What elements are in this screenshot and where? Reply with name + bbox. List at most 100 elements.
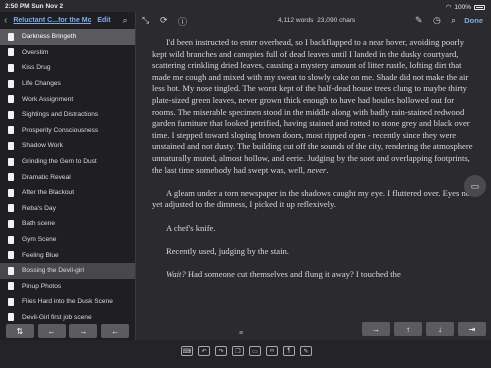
list-item-label: Life Changes: [22, 80, 61, 88]
list-item[interactable]: Shadow Work: [0, 138, 135, 154]
emphasis: Wait?: [166, 268, 186, 279]
comment-icon[interactable]: ▭: [464, 175, 486, 197]
chars-count: 23,090 chars: [317, 17, 356, 24]
document-icon: [8, 95, 14, 104]
paragraph: Recently used, judging by the stain.: [166, 245, 289, 256]
list-item-label: Prosperity Consciousness: [22, 126, 99, 134]
edit-button[interactable]: Edit: [97, 17, 110, 24]
paragraph-text: I'd been instructed to enter overhead, s…: [152, 37, 473, 175]
battery-icon: [474, 4, 485, 10]
link-icon[interactable]: ∞: [266, 346, 278, 356]
copy-icon[interactable]: ❐: [232, 346, 244, 356]
list-item[interactable]: Reba's Day: [0, 201, 135, 217]
format-toolbar: ⌨ ↶ ↷ ❐ ▭ ∞ ¶ ✎: [0, 340, 491, 368]
list-item-label: Overstim: [22, 48, 49, 56]
list-item[interactable]: Gym Scene: [0, 232, 135, 248]
document-icon: [8, 63, 14, 72]
battery-percent: 100%: [454, 3, 471, 11]
list-item-label: Feeling Blue: [22, 251, 59, 259]
keyboard-icon[interactable]: ⌨: [181, 346, 193, 356]
symbol-icon[interactable]: ¶: [283, 346, 295, 356]
status-bar: 2:50 PM Sun Nov 2 ◠ 100%: [0, 0, 491, 12]
document-icon: [8, 204, 14, 213]
document-icon: [8, 79, 14, 88]
paragraph: A chef's knife.: [166, 222, 216, 233]
list-item[interactable]: Feeling Blue: [0, 247, 135, 263]
search-icon[interactable]: ⌕: [451, 15, 456, 26]
text-editor[interactable]: I'd been instructed to enter overhead, s…: [136, 29, 491, 329]
list-item[interactable]: Sightings and Distractions: [0, 107, 135, 123]
list-item[interactable]: Bossing the Devil-girl: [0, 262, 135, 279]
move-button[interactable]: ⇅: [5, 324, 34, 338]
sync-icon[interactable]: ⟳: [160, 15, 168, 26]
list-item-label: Darkness Bringeth: [22, 33, 77, 41]
search-icon[interactable]: ⌕: [123, 15, 128, 26]
drag-handle-icon[interactable]: ≡: [239, 330, 249, 337]
list-item[interactable]: Devil-Girl first job scene: [0, 310, 135, 326]
list-item-label: After the Blackout: [22, 189, 75, 197]
list-item[interactable]: Work Assignment: [0, 91, 135, 107]
pen-icon[interactable]: ✎: [415, 15, 423, 26]
document-icon: [8, 297, 14, 306]
words-count: 4,112 words: [278, 17, 314, 24]
list-item-label: Kiss Drug: [22, 64, 51, 72]
list-item[interactable]: Darkness Bringeth: [0, 29, 135, 45]
list-item[interactable]: Dramatic Reveal: [0, 169, 135, 185]
down-button[interactable]: ↓: [426, 322, 454, 336]
list-item-label: Grinding the Gem to Dust: [22, 158, 97, 166]
undo-icon[interactable]: ↶: [198, 346, 210, 356]
comment-icon[interactable]: ▭: [249, 346, 261, 356]
outdent-button[interactable]: ←: [37, 324, 66, 338]
help-icon[interactable]: ⓘ: [178, 15, 187, 28]
editor-header: ⤡ ⟳ ⓘ 4,112 words 23,090 chars ✎ ◷ ⌕ Don…: [136, 12, 491, 29]
list-item[interactable]: After the Blackout: [0, 185, 135, 201]
document-icon: [8, 313, 14, 322]
document-list: Darkness Bringeth Overstim Kiss Drug Life C…: [0, 29, 135, 325]
document-icon: [8, 157, 14, 166]
paragraph: Wait? Had someone cut themselves and flu…: [152, 269, 474, 281]
list-item[interactable]: Pinup Photos: [0, 279, 135, 295]
list-item-label: Gym Scene: [22, 236, 57, 244]
chevron-left-icon[interactable]: ‹: [4, 15, 7, 26]
status-time: 2:50 PM Sun Nov 2: [5, 3, 64, 10]
wifi-icon: ◠: [445, 4, 452, 11]
emphasis: never: [307, 164, 327, 175]
word-count: 4,112 words 23,090 chars: [278, 17, 355, 24]
list-item[interactable]: Life Changes: [0, 76, 135, 92]
list-item-label: Pinup Photos: [22, 282, 62, 290]
document-icon: [8, 251, 14, 260]
binder-sidebar: ‹ Reluctant C...for the Mob) Edit ⌕ Dark…: [0, 12, 136, 368]
list-item-label: Sightings and Distractions: [22, 111, 99, 119]
paragraph-text: Had someone cut themselves and flung it …: [187, 268, 401, 279]
indent-button[interactable]: →: [69, 324, 98, 338]
up-button[interactable]: ↑: [394, 322, 422, 336]
back-button[interactable]: ←: [101, 324, 130, 338]
list-item[interactable]: Prosperity Consciousness: [0, 123, 135, 139]
redo-icon[interactable]: ↷: [215, 346, 227, 356]
next-button[interactable]: →: [362, 322, 390, 336]
list-item[interactable]: Overstim: [0, 45, 135, 61]
done-button[interactable]: Done: [464, 16, 483, 25]
document-icon: [8, 126, 14, 135]
project-title-button[interactable]: Reluctant C...for the Mob): [13, 17, 91, 24]
document-icon: [8, 141, 14, 150]
list-item-label: Devil-Girl first job scene: [22, 313, 92, 321]
list-item[interactable]: Kiss Drug: [0, 60, 135, 76]
document-text[interactable]: I'd been instructed to enter overhead, s…: [152, 37, 474, 292]
format-icon[interactable]: ✎: [300, 346, 312, 356]
document-icon: [8, 266, 14, 275]
document-icon: [8, 219, 14, 228]
document-icon: [8, 48, 14, 57]
list-item-label: Flies Hard into the Dusk Scene: [22, 298, 113, 306]
document-icon: [8, 188, 14, 197]
paragraph: A gleam under a torn newspaper in the sh…: [152, 187, 473, 210]
list-item[interactable]: Bath scene: [0, 216, 135, 232]
list-item[interactable]: Flies Hard into the Dusk Scene: [0, 294, 135, 310]
document-icon: [8, 235, 14, 244]
split-button[interactable]: ⇥: [458, 322, 486, 336]
collapse-icon[interactable]: ⤡: [142, 15, 149, 26]
list-item[interactable]: Grinding the Gem to Dust: [0, 154, 135, 170]
list-item-label: Bath scene: [22, 220, 55, 228]
history-icon[interactable]: ◷: [433, 15, 441, 26]
list-item-label: Dramatic Reveal: [22, 173, 71, 181]
